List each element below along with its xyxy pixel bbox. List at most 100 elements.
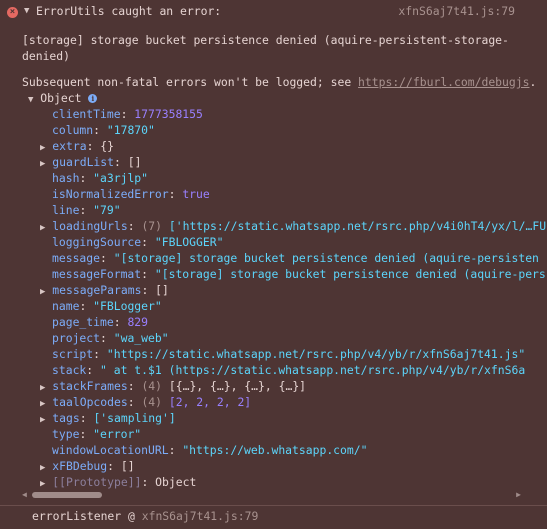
prop-value: 1777358155 <box>134 107 203 121</box>
prop-name: name: "FBLogger" <box>52 299 162 313</box>
prop-type: type: "error" <box>52 427 142 441</box>
prop-key: tags <box>52 411 80 425</box>
prop-isNormalizedError: isNormalizedError: true <box>52 187 210 201</box>
prop-project: project: "wa_web" <box>52 331 169 345</box>
prop-key: clientTime <box>52 107 121 121</box>
prop-key: guardList <box>52 155 115 169</box>
info-icon[interactable]: i <box>88 94 98 103</box>
expand-triangle-icon[interactable]: ▶ <box>40 143 45 153</box>
subsequent-note: Subsequent non-fatal errors won't be log… <box>22 74 547 90</box>
prop-key: isNormalizedError <box>52 187 169 201</box>
prop-script: script: "https://static.whatsapp.net/rsr… <box>52 347 526 361</box>
prop-value: "error" <box>93 427 142 441</box>
prop-value: [] <box>155 283 169 297</box>
divider <box>0 505 547 506</box>
prop-value: "79" <box>93 203 121 217</box>
scroll-left-icon[interactable]: ◀ <box>22 490 27 500</box>
prop-page_time: page_time: 829 <box>52 315 149 329</box>
collapse-triangle-icon[interactable]: ▼ <box>24 3 29 19</box>
prop-guardList[interactable]: ▶ guardList: [] <box>40 154 547 170</box>
prop-count: (4) <box>141 395 163 409</box>
prop-key: windowLocationURL <box>52 443 169 457</box>
prop-value: ['sampling'] <box>93 411 176 425</box>
prop-extra[interactable]: ▶ extra: {} <box>40 138 547 154</box>
prop-key: script <box>52 347 94 361</box>
prop-column: column: "17870" <box>52 123 155 137</box>
prop-prototype[interactable]: ▶ [[Prototype]]: Object <box>40 474 547 490</box>
prop-value: Object <box>155 475 197 489</box>
expand-triangle-icon[interactable]: ▶ <box>40 399 45 409</box>
prop-key: extra <box>52 139 87 153</box>
prop-count: (4) <box>141 379 163 393</box>
prop-count: (7) <box>141 219 163 233</box>
prop-value: "https://web.whatsapp.com/" <box>182 443 368 457</box>
prop-key: hash <box>52 171 80 185</box>
prop-value: "17870" <box>106 123 155 137</box>
prop-taalOpcodes[interactable]: ▶ taalOpcodes: (4) [2, 2, 2, 2] <box>40 394 547 410</box>
error-message-line2: denied) <box>22 49 71 63</box>
expand-triangle-icon[interactable]: ▶ <box>40 463 45 473</box>
prop-key: [[Prototype]] <box>52 475 142 489</box>
prop-value: true <box>182 187 210 201</box>
prop-value: [] <box>120 459 135 473</box>
prop-key: taalOpcodes <box>52 395 128 409</box>
prop-tags[interactable]: ▶ tags: ['sampling'] <box>40 410 547 426</box>
prop-value: "[storage] storage bucket persistence de… <box>154 267 546 281</box>
prop-windowLocationURL: windowLocationURL: "https://web.whatsapp… <box>52 443 368 457</box>
expand-triangle-icon[interactable]: ▶ <box>40 159 45 169</box>
prop-message: message: "[storage] storage bucket persi… <box>52 251 539 265</box>
error-icon: × <box>7 7 18 18</box>
object-label: Object <box>40 91 82 105</box>
prop-stack: stack: " at t.$1 (https://static.whatsap… <box>52 363 526 377</box>
prop-value: 829 <box>127 315 149 329</box>
prop-value: "wa_web" <box>113 331 169 345</box>
prop-value: [2, 2, 2, 2] <box>168 395 252 409</box>
error-listener-line: errorListener @ xfnS6aj7t41.js:79 <box>32 508 547 524</box>
prop-key: type <box>52 427 80 441</box>
prop-key: line <box>52 203 80 217</box>
prop-key: loggingSource <box>52 235 142 249</box>
prop-key: xFBDebug <box>52 459 108 473</box>
prop-value: {} <box>100 139 115 153</box>
prop-key: message <box>52 251 101 265</box>
prop-key: messageFormat <box>52 267 142 281</box>
object-root[interactable]: ▼ Object i <box>28 90 547 106</box>
prop-messageFormat: messageFormat: "[storage] storage bucket… <box>52 267 546 281</box>
prop-stackFrames[interactable]: ▶ stackFrames: (4) [{…}, {…}, {…}, {…}] <box>40 378 547 394</box>
prop-hash: hash: "a3rjlp" <box>52 171 149 185</box>
prop-messageParams[interactable]: ▶ messageParams: [] <box>40 282 547 298</box>
source-link[interactable]: xfnS6aj7t41.js:79 <box>398 3 515 19</box>
console-panel: { "header": { "title": "ErrorUtils caugh… <box>0 0 547 529</box>
expand-triangle-icon[interactable]: ▶ <box>40 383 45 393</box>
prop-xFBDebug[interactable]: ▶ xFBDebug: [] <box>40 458 547 474</box>
prop-value: "https://static.whatsapp.net/rsrc.php/v4… <box>106 347 526 361</box>
prop-key: page_time <box>52 315 114 329</box>
scrollbar-thumb[interactable] <box>32 492 102 498</box>
prop-value: "FBLOGGER" <box>154 235 224 249</box>
prop-value: "FBLogger" <box>93 299 162 313</box>
prop-key: stackFrames <box>52 379 128 393</box>
listener-source-link[interactable]: xfnS6aj7t41.js:79 <box>142 509 259 523</box>
prop-value: "a3rjlp" <box>93 171 149 185</box>
prop-value: [] <box>127 155 142 169</box>
prop-value: [{…}, {…}, {…}, {…}] <box>168 379 307 393</box>
expand-triangle-icon[interactable]: ▶ <box>40 479 45 489</box>
prop-value: "[storage] storage bucket persistence de… <box>113 251 539 265</box>
listener-label: errorListener @ <box>32 509 142 523</box>
debug-link[interactable]: https://fburl.com/debugjs <box>358 75 529 89</box>
horizontal-scrollbar[interactable]: ◀ ▶ <box>22 490 521 499</box>
prop-key: messageParams <box>52 283 142 297</box>
error-message-line1: [storage] storage bucket persistence den… <box>22 33 509 47</box>
error-header[interactable]: × ▼ ErrorUtils caught an error: xfnS6aj7… <box>0 3 547 19</box>
prop-value: " at t.$1 (https://static.whatsapp.net/r… <box>100 363 526 377</box>
expand-triangle-icon[interactable]: ▶ <box>40 223 45 233</box>
expand-triangle-icon[interactable]: ▶ <box>40 415 45 425</box>
error-title: ErrorUtils caught an error: <box>36 4 222 18</box>
expand-triangle-icon[interactable]: ▼ <box>28 95 33 105</box>
subsequent-end: . <box>529 75 537 89</box>
scroll-right-icon[interactable]: ▶ <box>516 490 521 500</box>
prop-key: stack <box>52 363 87 377</box>
expand-triangle-icon[interactable]: ▶ <box>40 287 45 297</box>
prop-loadingUrls[interactable]: ▶ loadingUrls: (7) ['https://static.what… <box>40 218 547 234</box>
prop-clientTime: clientTime: 1777358155 <box>52 107 203 121</box>
